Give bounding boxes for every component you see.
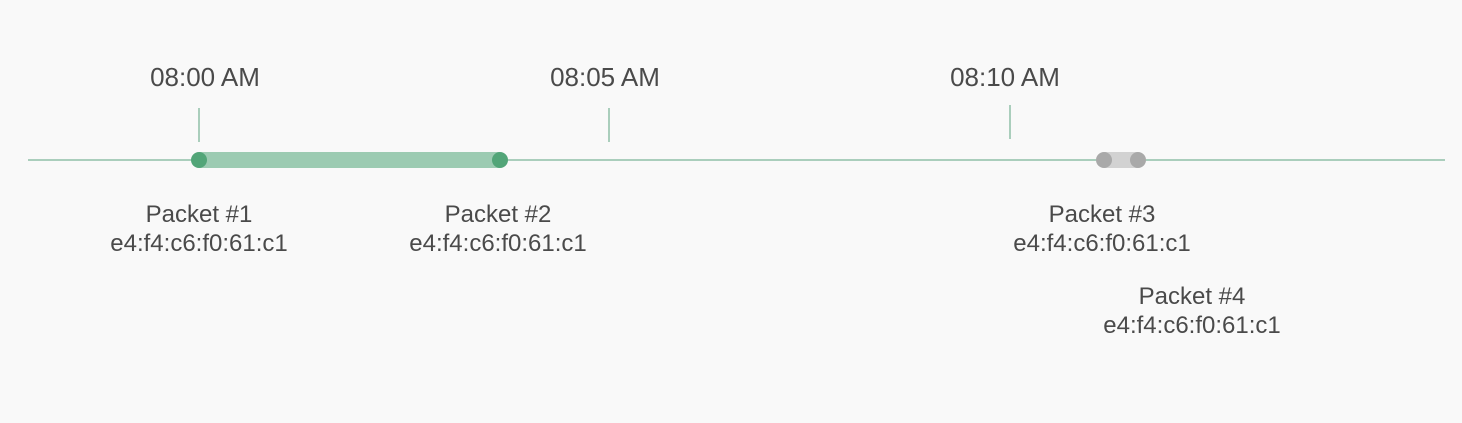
packet-3-dot[interactable] xyxy=(1096,152,1112,168)
packet-4-label: Packet #4 e4:f4:c6:f0:61:c1 xyxy=(1103,282,1280,340)
packet-1-mac: e4:f4:c6:f0:61:c1 xyxy=(110,230,288,257)
packet-1-name: Packet #1 xyxy=(145,201,253,228)
packet-3-label: Packet #3 e4:f4:c6:f0:61:c1 xyxy=(1013,200,1190,258)
packet-1-label: Packet #1 e4:f4:c6:f0:61:c1 xyxy=(110,200,287,258)
time-label-0810: 08:10 AM xyxy=(950,62,1060,92)
packet-1-dot[interactable] xyxy=(191,152,207,168)
packet-4-mac: e4:f4:c6:f0:61:c1 xyxy=(1103,312,1281,339)
packet-3-name: Packet #3 xyxy=(1048,201,1156,228)
packet-4-dot[interactable] xyxy=(1130,152,1146,168)
packet-timeline: 08:00 AM 08:05 AM 08:10 AM Packet #1 e4:… xyxy=(0,0,1462,418)
time-label-0805: 08:05 AM xyxy=(550,62,660,92)
packet-3-mac: e4:f4:c6:f0:61:c1 xyxy=(1013,230,1191,257)
packet-2-label: Packet #2 e4:f4:c6:f0:61:c1 xyxy=(409,200,586,258)
packet-2-dot[interactable] xyxy=(492,152,508,168)
packet-4-name: Packet #4 xyxy=(1138,283,1246,310)
packet-2-name: Packet #2 xyxy=(444,201,552,228)
time-label-0800: 08:00 AM xyxy=(150,62,260,92)
packet-2-mac: e4:f4:c6:f0:61:c1 xyxy=(409,230,587,257)
